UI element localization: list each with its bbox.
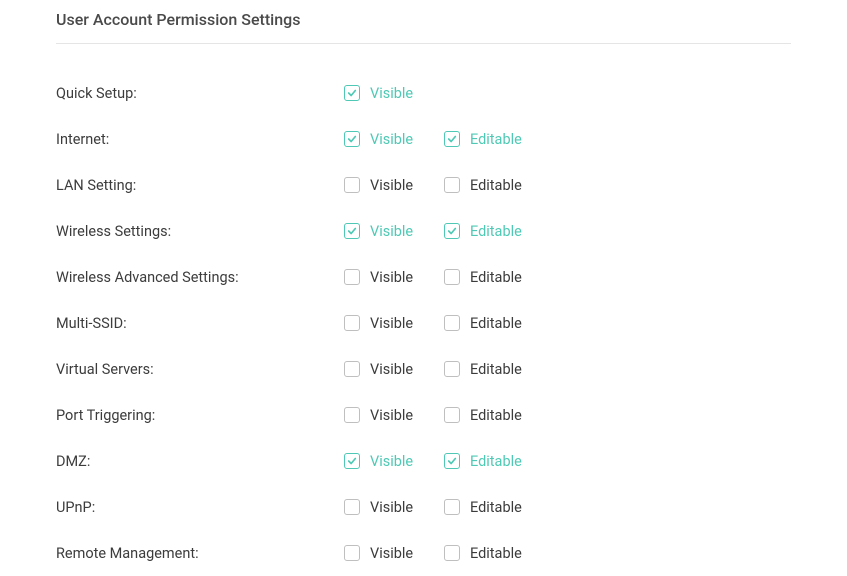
visible-group-virtual-servers: Visible [344,361,436,378]
editable-label-upnp[interactable]: Editable [470,499,522,516]
permission-label-quick-setup: Quick Setup: [56,85,344,102]
visible-group-lan-setting: Visible [344,177,436,194]
visible-checkbox-remote-management[interactable] [344,545,360,561]
visible-group-wireless-settings: Visible [344,223,436,240]
permission-row-dmz: DMZ: Visible Editable [56,438,791,484]
editable-label-internet[interactable]: Editable [470,131,522,148]
visible-label-wireless-advanced-settings[interactable]: Visible [370,269,413,286]
visible-checkbox-upnp[interactable] [344,499,360,515]
visible-label-virtual-servers[interactable]: Visible [370,361,413,378]
visible-checkbox-port-triggering[interactable] [344,407,360,423]
visible-label-port-triggering[interactable]: Visible [370,407,413,424]
visible-label-internet[interactable]: Visible [370,131,413,148]
editable-group-lan-setting: Editable [444,177,536,194]
editable-checkbox-remote-management[interactable] [444,545,460,561]
permission-row-virtual-servers: Virtual Servers: Visible Editable [56,346,791,392]
editable-checkbox-lan-setting[interactable] [444,177,460,193]
editable-group-virtual-servers: Editable [444,361,536,378]
visible-checkbox-wireless-settings[interactable] [344,223,360,239]
editable-checkbox-dmz[interactable] [444,453,460,469]
permission-row-wireless-settings: Wireless Settings: Visible Editable [56,208,791,254]
editable-checkbox-multi-ssid[interactable] [444,315,460,331]
editable-group-upnp: Editable [444,499,536,516]
editable-label-wireless-settings[interactable]: Editable [470,223,522,240]
editable-checkbox-wireless-settings[interactable] [444,223,460,239]
visible-checkbox-internet[interactable] [344,131,360,147]
permission-row-internet: Internet: Visible Editable [56,116,791,162]
visible-group-internet: Visible [344,131,436,148]
editable-label-virtual-servers[interactable]: Editable [470,361,522,378]
visible-label-dmz[interactable]: Visible [370,453,413,470]
visible-label-wireless-settings[interactable]: Visible [370,223,413,240]
editable-label-remote-management[interactable]: Editable [470,545,522,562]
permission-row-multi-ssid: Multi-SSID: Visible Editable [56,300,791,346]
editable-group-dmz: Editable [444,453,536,470]
visible-group-wireless-advanced-settings: Visible [344,269,436,286]
visible-group-multi-ssid: Visible [344,315,436,332]
permission-label-remote-management: Remote Management: [56,545,344,562]
section-title: User Account Permission Settings [56,0,791,44]
editable-label-port-triggering[interactable]: Editable [470,407,522,424]
editable-group-multi-ssid: Editable [444,315,536,332]
editable-checkbox-port-triggering[interactable] [444,407,460,423]
permission-row-quick-setup: Quick Setup: Visible [56,70,791,116]
visible-group-port-triggering: Visible [344,407,436,424]
editable-label-dmz[interactable]: Editable [470,453,522,470]
editable-group-remote-management: Editable [444,545,536,562]
visible-label-upnp[interactable]: Visible [370,499,413,516]
permission-label-wireless-advanced-settings: Wireless Advanced Settings: [56,269,344,286]
editable-group-wireless-advanced-settings: Editable [444,269,536,286]
visible-label-quick-setup[interactable]: Visible [370,85,413,102]
visible-group-quick-setup: Visible [344,85,436,102]
visible-group-dmz: Visible [344,453,436,470]
editable-checkbox-virtual-servers[interactable] [444,361,460,377]
visible-checkbox-wireless-advanced-settings[interactable] [344,269,360,285]
visible-group-upnp: Visible [344,499,436,516]
visible-label-remote-management[interactable]: Visible [370,545,413,562]
permission-label-wireless-settings: Wireless Settings: [56,223,344,240]
visible-label-multi-ssid[interactable]: Visible [370,315,413,332]
visible-checkbox-dmz[interactable] [344,453,360,469]
permission-label-dmz: DMZ: [56,453,344,470]
permission-label-internet: Internet: [56,131,344,148]
visible-checkbox-lan-setting[interactable] [344,177,360,193]
editable-group-internet: Editable [444,131,536,148]
visible-checkbox-multi-ssid[interactable] [344,315,360,331]
permission-label-multi-ssid: Multi-SSID: [56,315,344,332]
permission-label-upnp: UPnP: [56,499,344,516]
permission-row-upnp: UPnP: Visible Editable [56,484,791,530]
visible-label-lan-setting[interactable]: Visible [370,177,413,194]
permission-row-remote-management: Remote Management: Visible Editable [56,530,791,576]
editable-label-multi-ssid[interactable]: Editable [470,315,522,332]
visible-group-remote-management: Visible [344,545,436,562]
editable-group-port-triggering: Editable [444,407,536,424]
editable-label-lan-setting[interactable]: Editable [470,177,522,194]
editable-group-wireless-settings: Editable [444,223,536,240]
permissions-list: Quick Setup: Visible Internet: Visible Edita… [56,70,791,576]
visible-checkbox-quick-setup[interactable] [344,85,360,101]
permission-label-port-triggering: Port Triggering: [56,407,344,424]
permission-label-virtual-servers: Virtual Servers: [56,361,344,378]
editable-checkbox-upnp[interactable] [444,499,460,515]
permission-row-wireless-advanced-settings: Wireless Advanced Settings: Visible Editab… [56,254,791,300]
editable-checkbox-wireless-advanced-settings[interactable] [444,269,460,285]
visible-checkbox-virtual-servers[interactable] [344,361,360,377]
editable-label-wireless-advanced-settings[interactable]: Editable [470,269,522,286]
permission-row-lan-setting: LAN Setting: Visible Editable [56,162,791,208]
editable-checkbox-internet[interactable] [444,131,460,147]
permission-label-lan-setting: LAN Setting: [56,177,344,194]
permission-row-port-triggering: Port Triggering: Visible Editable [56,392,791,438]
